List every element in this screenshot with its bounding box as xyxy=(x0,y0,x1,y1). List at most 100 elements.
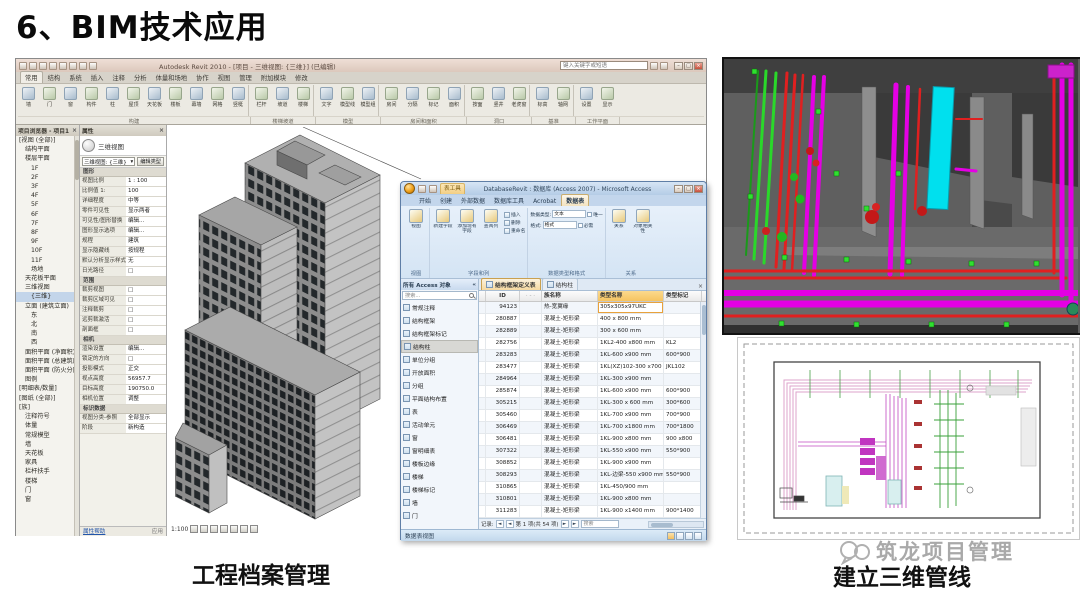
cell-spacer[interactable] xyxy=(520,362,542,373)
close-icon[interactable]: × xyxy=(695,283,706,290)
document-tab[interactable]: 结构柱 xyxy=(542,278,578,290)
datasheet-view-icon[interactable] xyxy=(667,532,675,540)
ribbon-tab[interactable]: 体量和场地 xyxy=(152,72,191,83)
cell-family[interactable]: 混凝土-矩形梁 xyxy=(542,506,598,517)
minimize-icon[interactable]: – xyxy=(674,62,683,70)
cell-id[interactable]: 280887 xyxy=(486,314,520,325)
cell-id[interactable]: 305215 xyxy=(486,398,520,409)
cell-typemark[interactable] xyxy=(664,302,702,313)
cell-typename[interactable]: 1KL-700 x1800 mm xyxy=(598,422,664,433)
prop-value[interactable]: 编辑... xyxy=(126,227,166,236)
maximize-icon[interactable]: □ xyxy=(684,62,693,70)
cell-id[interactable]: 282756 xyxy=(486,338,520,349)
prop-value[interactable]: 无 xyxy=(126,257,166,266)
browser-tree-item[interactable]: 4F xyxy=(16,191,79,200)
table-row[interactable]: 285874 混凝土-矩形梁 1KL-600 x900 mm 600*900 xyxy=(479,386,706,398)
row-selector[interactable] xyxy=(479,422,486,433)
cell-spacer[interactable] xyxy=(520,422,542,433)
prop-value[interactable]: 56957.7 xyxy=(126,375,166,384)
cell-family[interactable]: 混凝土-矩形梁 xyxy=(542,350,598,361)
prop-value[interactable]: □ xyxy=(126,267,166,276)
prop-value[interactable]: 编辑... xyxy=(126,345,166,354)
tool-button[interactable]: 设置 xyxy=(576,85,597,116)
cell-typename[interactable]: 1KL-550 x900 mm xyxy=(598,446,664,457)
cell-typename[interactable]: 1KL(XZ)102-300 x700 mm xyxy=(598,362,664,373)
section-header-graphics[interactable]: 图形 xyxy=(80,168,166,177)
cell-id[interactable]: 284964 xyxy=(486,374,520,385)
record-search-input[interactable]: 搜索 xyxy=(581,520,619,528)
ribbon-tab[interactable]: 开始 xyxy=(415,195,435,206)
table-row[interactable]: 307322 混凝土-矩形梁 1KL-550 x900 mm 550*900 xyxy=(479,446,706,458)
cell-spacer[interactable] xyxy=(520,374,542,385)
nav-table-item[interactable]: 墙 xyxy=(401,496,478,509)
prop-value[interactable]: 全部显示 xyxy=(126,414,166,423)
cell-id[interactable]: 283283 xyxy=(486,350,520,361)
cell-spacer[interactable] xyxy=(520,434,542,445)
save-icon[interactable] xyxy=(418,185,426,193)
tool-button[interactable]: 楼梯 xyxy=(293,85,314,116)
browser-tree-item[interactable]: 7F xyxy=(16,219,79,228)
ribbon-tab[interactable]: 外部数据 xyxy=(457,195,489,206)
horizontal-scrollbar[interactable] xyxy=(648,521,704,528)
browser-tree-item[interactable]: 天花板平面 xyxy=(16,274,79,283)
prop-row[interactable]: 相机位置调整 xyxy=(80,395,166,405)
cell-typemark[interactable] xyxy=(664,458,702,469)
cell-typename[interactable]: 1KL2-400 x800 mm xyxy=(598,338,664,349)
type-selector-dropdown[interactable]: 三维视图: {三维}▾ xyxy=(82,157,135,166)
browser-tree-item[interactable]: 8F xyxy=(16,228,79,237)
cell-family[interactable]: 混凝土-矩形梁 xyxy=(542,470,598,481)
table-row[interactable]: 308293 混凝土-矩形梁 1KL-边梁-550 x900 mm 550*90… xyxy=(479,470,706,482)
cell-id[interactable]: 310865 xyxy=(486,482,520,493)
tool-button[interactable]: 栏杆 xyxy=(251,85,272,116)
cell-typemark[interactable] xyxy=(664,326,702,337)
pivotchart-view-icon[interactable] xyxy=(685,532,693,540)
prop-row[interactable]: 视点高度56957.7 xyxy=(80,375,166,385)
column-header-spacer[interactable]: · - · xyxy=(520,291,542,301)
tool-button[interactable]: 标记 xyxy=(423,85,444,116)
cell-typemark[interactable] xyxy=(664,482,702,493)
cell-typemark[interactable]: JKL102 xyxy=(664,362,702,373)
cell-family[interactable]: 混凝土-矩形梁 xyxy=(542,326,598,337)
cell-id[interactable]: 307322 xyxy=(486,446,520,457)
open-icon[interactable] xyxy=(19,62,27,70)
nav-search-input[interactable]: 搜索... xyxy=(402,291,477,300)
prop-value[interactable]: □ xyxy=(126,286,166,295)
cell-spacer[interactable] xyxy=(520,458,542,469)
cell-spacer[interactable] xyxy=(520,314,542,325)
comma-icon[interactable] xyxy=(546,232,553,239)
prev-record-icon[interactable]: ◄ xyxy=(506,520,514,528)
row-selector[interactable] xyxy=(479,482,486,493)
prop-row[interactable]: 显示隐藏线按规程 xyxy=(80,247,166,257)
prop-row[interactable]: 详细程度中等 xyxy=(80,197,166,207)
tool-button[interactable]: 分隔 xyxy=(402,85,423,116)
browser-tree-item[interactable]: 三维视图 xyxy=(16,283,79,292)
browser-tree-item[interactable]: 楼梯 xyxy=(16,477,79,486)
close-icon[interactable]: × xyxy=(694,185,703,193)
prop-value[interactable]: 建筑 xyxy=(126,237,166,246)
nav-table-item[interactable]: 表 xyxy=(401,405,478,418)
cell-id[interactable]: 310801 xyxy=(486,494,520,505)
cell-id[interactable]: 285874 xyxy=(486,386,520,397)
prop-value[interactable]: 显示两者 xyxy=(126,207,166,216)
row-selector[interactable] xyxy=(479,386,486,397)
ribbon-tab[interactable]: 附加模块 xyxy=(257,72,290,83)
table-row[interactable]: 283283 混凝土-矩形梁 1KL-600 x900 mm 600*900 xyxy=(479,350,706,362)
nav-table-item[interactable]: 分组 xyxy=(401,379,478,392)
prop-value[interactable]: 100 xyxy=(126,187,166,196)
browser-tree-item[interactable]: 3F xyxy=(16,182,79,191)
cell-typemark[interactable] xyxy=(664,314,702,325)
column-header-typename[interactable]: 类型名称 xyxy=(598,291,664,301)
cell-family[interactable]: 混凝土-矩形梁 xyxy=(542,338,598,349)
ribbon-tab[interactable]: 分析 xyxy=(130,72,151,83)
prop-row[interactable]: 锁定的方向□ xyxy=(80,355,166,365)
browser-tree-item[interactable]: 常规模型 xyxy=(16,431,79,440)
cell-spacer[interactable] xyxy=(520,350,542,361)
redo-icon[interactable] xyxy=(49,62,57,70)
table-row[interactable]: 94123 热-宽翼缘 305x305x97UKC xyxy=(479,302,706,314)
measure-icon[interactable] xyxy=(69,62,77,70)
ribbon-tab[interactable]: 常用 xyxy=(20,71,43,83)
browser-tree-item[interactable]: [图纸 (全部)] xyxy=(16,394,79,403)
browser-tree-item[interactable]: 南 xyxy=(16,329,79,338)
tool-button[interactable]: 柱 xyxy=(102,85,123,116)
next-record-icon[interactable]: ► xyxy=(561,520,569,528)
